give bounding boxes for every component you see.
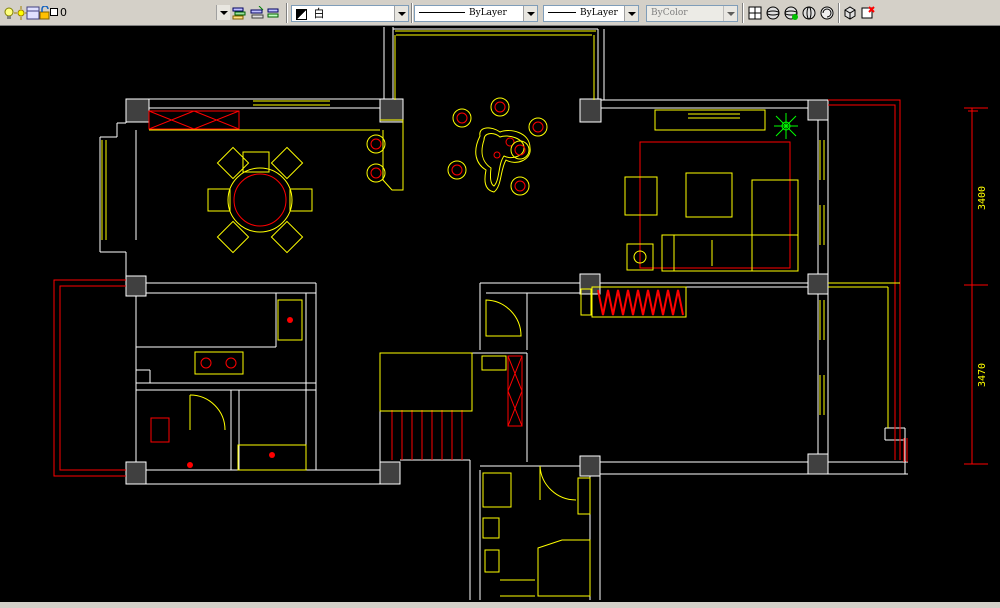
lineweight-dropdown[interactable]: ByLayer [543,5,639,22]
status-bar [0,602,1000,608]
toolbar-separator [838,3,840,23]
lineweight-name: ByLayer [580,8,618,18]
dimension-line [964,107,988,465]
dimension-lower: 3470 [977,363,988,387]
chevron-down-icon[interactable] [624,6,638,21]
drawing-canvas[interactable]: 3400 3470 [0,26,1000,608]
chevron-down-icon[interactable] [523,6,537,21]
bar-stools [366,134,386,183]
plotstyle-dropdown[interactable]: ByColor [646,5,738,22]
color-name: 白 [313,7,325,20]
layer-dropdown[interactable]: 0 [58,5,230,22]
toolbar-separator [286,3,288,23]
make-object-layer-current-icon[interactable] [250,5,264,19]
properties-toolbar: 0 白 ByLayer ByLayer ByColor [0,0,1000,26]
linetype-dropdown[interactable]: ByLayer [414,5,538,22]
layer-manager-icon[interactable] [232,5,246,20]
linetype-name: ByLayer [469,8,507,18]
layer-color-swatch-icon [50,8,58,16]
terrace-seating [447,97,548,196]
toolbar-separator [742,3,744,23]
chevron-down-icon [723,6,737,21]
delete-view-icon[interactable] [861,5,875,19]
dining-set [207,146,313,254]
box-3d-icon[interactable] [843,5,857,20]
layer-previous-icon[interactable] [266,5,280,19]
named-views-icon[interactable] [748,5,762,20]
continuous-orbit-icon[interactable] [820,5,834,20]
color-swatch-icon [296,8,307,20]
chevron-down-icon[interactable] [216,5,230,20]
color-dropdown[interactable]: 白 [291,5,409,22]
toolbar-separator [411,3,413,23]
walls [99,27,908,600]
layer-name: 0 [60,6,67,19]
orbit-icon[interactable] [766,5,780,20]
orbit-add-icon[interactable] [784,5,798,20]
chevron-down-icon[interactable] [394,6,408,21]
lineweight-sample [548,12,576,13]
linetype-sample [419,12,465,13]
plant-icon [774,113,798,139]
orbit-free-icon[interactable] [802,5,816,20]
dimension-upper: 3400 [977,186,988,210]
plotstyle-name: ByColor [651,8,688,18]
